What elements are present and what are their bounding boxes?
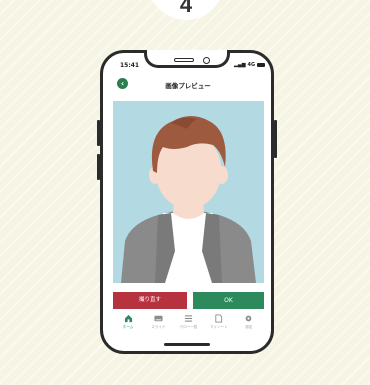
tab-label: マイノート: [209, 325, 228, 329]
status-indicators: ▂▄▆ 4G: [234, 62, 266, 68]
step-number-badge: 4: [148, 0, 224, 20]
retake-button[interactable]: 撮り直す: [113, 292, 187, 309]
back-button[interactable]: ‹: [117, 78, 128, 89]
camera-icon: [203, 57, 210, 64]
tab-label: 設定: [245, 325, 253, 329]
ok-button[interactable]: OK: [193, 292, 264, 309]
network-label: 4G: [247, 62, 256, 68]
gear-icon: [246, 315, 252, 322]
tab-label: クロー一覧: [179, 325, 198, 329]
home-icon: [124, 314, 132, 323]
signal-icon: ▂▄▆: [234, 62, 246, 68]
chevron-left-icon: ‹: [120, 79, 125, 88]
battery-icon: [257, 63, 266, 67]
tab-home[interactable]: ホーム: [113, 313, 143, 335]
power-button: [274, 120, 277, 158]
keyboard-icon: [154, 315, 163, 322]
photo-preview: [113, 101, 264, 283]
person-illustration: [121, 116, 256, 283]
tab-bar: ホーム スライド クロー一覧 マイノート 設定: [113, 313, 264, 335]
status-time: 15:41: [120, 62, 140, 69]
tab-note[interactable]: マイノート: [204, 313, 234, 335]
tab-label: ホーム: [122, 325, 134, 329]
tab-list[interactable]: クロー一覧: [173, 313, 203, 335]
tab-label: スライド: [151, 325, 166, 329]
speaker-icon: [174, 58, 194, 62]
home-indicator: [164, 343, 210, 346]
list-icon: [184, 315, 193, 322]
tab-slide[interactable]: スライド: [143, 313, 173, 335]
page-title: 画像プレビュー: [165, 82, 211, 90]
document-icon: [215, 314, 223, 323]
tab-settings[interactable]: 設定: [234, 313, 264, 335]
